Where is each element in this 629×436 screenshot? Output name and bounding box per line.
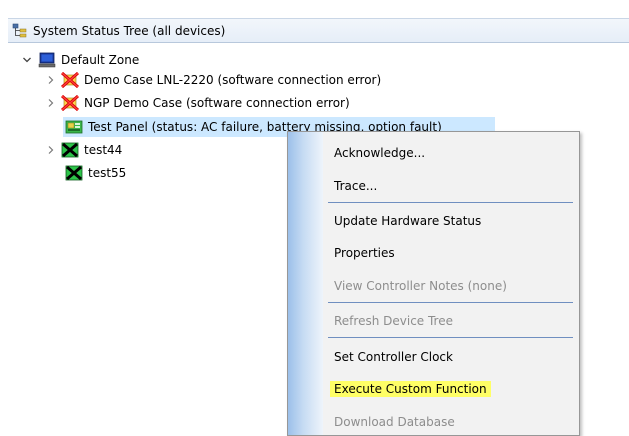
menu-item-set-controller-clock[interactable]: Set Controller Clock xyxy=(334,346,453,368)
menu-item-label: Download Database xyxy=(334,415,455,429)
tree-node-label: Demo Case LNL-2220 (software connection … xyxy=(84,73,382,87)
menu-item-label: Acknowledge... xyxy=(334,146,426,160)
menu-item-properties[interactable]: Properties xyxy=(334,242,395,264)
chevron-right-icon[interactable] xyxy=(44,73,58,87)
menu-item-label: Properties xyxy=(334,246,395,260)
menu-separator xyxy=(328,337,573,338)
menu-item-update-hardware-status[interactable]: Update Hardware Status xyxy=(334,210,481,232)
window-title: System Status Tree (all devices) xyxy=(33,23,226,38)
status-tree-icon xyxy=(12,23,28,39)
controller-error-icon xyxy=(61,71,79,89)
title-bar-strip: System Status Tree (all devices) xyxy=(8,18,629,43)
menu-item-label: Trace... xyxy=(334,179,378,193)
menu-item-execute-custom-function[interactable]: Execute Custom Function xyxy=(330,378,491,400)
menu-item-view-controller-notes[interactable]: View Controller Notes (none) xyxy=(334,275,507,297)
zone-monitor-icon xyxy=(38,52,56,68)
chevron-down-icon[interactable] xyxy=(20,53,34,67)
controller-offline-icon xyxy=(65,165,83,181)
tree-node-label: Default Zone xyxy=(61,53,140,67)
system-status-window: System Status Tree (all devices) Default… xyxy=(0,0,629,436)
menu-item-label: Update Hardware Status xyxy=(334,214,482,228)
tree-node-ngp-demo-case[interactable]: NGP Demo Case (software connection error… xyxy=(44,93,350,113)
menu-item-refresh-device-tree[interactable]: Refresh Device Tree xyxy=(334,310,453,332)
menu-item-download-database[interactable]: Download Database xyxy=(334,411,455,433)
controller-offline-icon xyxy=(61,142,79,158)
tree-node-default-zone[interactable]: Default Zone xyxy=(20,50,139,70)
menu-item-acknowledge[interactable]: Acknowledge... xyxy=(334,142,425,164)
tree-node-label: test55 xyxy=(88,166,127,180)
tree-node-test44[interactable]: test44 xyxy=(44,140,122,160)
menu-item-trace[interactable]: Trace... xyxy=(334,175,377,197)
menu-item-label: Refresh Device Tree xyxy=(334,314,453,328)
tree-node-label: test44 xyxy=(84,143,123,157)
menu-separator xyxy=(328,202,573,203)
tree-node-label: NGP Demo Case (software connection error… xyxy=(84,96,350,110)
tree-node-test55[interactable]: test55 xyxy=(63,163,126,183)
menu-icon-gutter xyxy=(288,132,323,435)
menu-separator xyxy=(328,302,573,303)
menu-item-label: Execute Custom Function xyxy=(330,381,491,397)
title-bar: System Status Tree (all devices) xyxy=(0,0,629,43)
tree-node-demo-case-lnl-2220[interactable]: Demo Case LNL-2220 (software connection … xyxy=(44,70,381,90)
menu-item-label: Set Controller Clock xyxy=(334,350,453,364)
controller-error-icon xyxy=(61,94,79,112)
context-menu: Acknowledge... Trace... Update Hardware … xyxy=(287,131,580,436)
menu-item-label: View Controller Notes (none) xyxy=(334,279,507,293)
chevron-right-icon[interactable] xyxy=(44,96,58,110)
panel-icon xyxy=(65,119,83,135)
chevron-right-icon[interactable] xyxy=(44,143,58,157)
